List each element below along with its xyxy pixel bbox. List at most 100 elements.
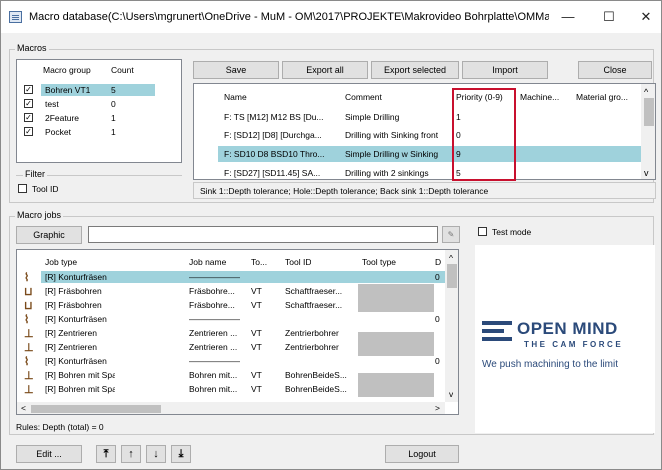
group-count: 0 [111,99,116,109]
close-window-button[interactable]: ✕ [631,7,661,27]
export-selected-button[interactable]: Export selected [371,61,459,79]
scroll-right-icon[interactable]: > [435,403,440,413]
job-name[interactable]: Fräsbohre... [189,286,235,296]
job-to[interactable]: VT [251,370,262,380]
move-to-top-icon[interactable]: ⤒ [96,445,116,463]
brand-tagline: THE CAM FORCE [524,340,624,349]
group-name[interactable]: test [45,99,59,109]
job-name[interactable]: Zentrieren ... [189,328,237,338]
job-tool-id[interactable]: Zentrierbohrer [285,342,339,352]
centering-icon: ⊥ [24,328,34,340]
job-tool-id[interactable]: Schaftfraeser... [285,286,342,296]
graphic-browse-icon[interactable]: ✎ [442,226,460,243]
column-header-job-type[interactable]: Job type [45,257,77,267]
column-header-tool-id[interactable]: Tool ID [285,257,311,267]
job-tool-id[interactable]: Schaftfraeser... [285,300,342,310]
job-d[interactable]: 0 [435,272,440,282]
job-type[interactable]: [R] Fräsbohren [45,286,102,296]
column-header-macro-group[interactable]: Macro group [43,65,91,75]
scroll-down-icon[interactable]: v [449,389,453,399]
graphic-button[interactable]: Graphic [16,226,82,244]
minimize-button[interactable]: — [553,7,583,27]
job-tool-id[interactable]: BohrenBeideS... [285,370,347,380]
macro-name[interactable]: F: SD10 D8 BSD10 Thro... [224,149,324,159]
column-header-tool-type[interactable]: Tool type [362,257,396,267]
macro-comment[interactable]: Drilling with Sinking front [345,130,438,140]
column-header-material-group[interactable]: Material gro... [576,92,628,102]
macro-name[interactable]: F: [SD12] [D8] [Durchga... [224,130,322,140]
job-name[interactable]: —————— [189,356,240,366]
job-to[interactable]: VT [251,384,262,394]
job-tool-id[interactable]: Zentrierbohrer [285,328,339,338]
maximize-button[interactable]: ☐ [594,7,624,27]
column-header-job-name[interactable]: Job name [189,257,226,267]
macro-comment[interactable]: Drilling with 2 sinkings [345,168,429,178]
scroll-down-icon[interactable]: v [644,168,649,178]
job-d[interactable]: 0 [435,314,440,324]
job-type[interactable]: [R] Fräsbohren [45,300,102,310]
column-header-d[interactable]: D [435,257,441,267]
job-to[interactable]: VT [251,300,262,310]
group-count: 1 [111,113,116,123]
column-header-machine[interactable]: Machine... [520,92,559,102]
graphic-path-field[interactable] [88,226,438,243]
job-name[interactable]: Fräsbohre... [189,300,235,310]
test-mode-checkbox[interactable] [478,227,487,236]
job-type[interactable]: [R] Zentrieren [45,342,97,352]
tool-id-label: Tool ID [32,184,59,194]
brand-slogan: We push machining to the limit [482,359,618,370]
column-header-comment[interactable]: Comment [345,92,382,102]
column-header-count[interactable]: Count [111,65,134,75]
group-count: 1 [111,127,116,137]
move-down-icon[interactable]: ↓ [146,445,166,463]
job-name[interactable]: Bohren mit... [189,384,237,394]
job-to[interactable]: VT [251,328,262,338]
job-name[interactable]: —————— [189,272,240,282]
edit-button[interactable]: Edit ... [16,445,82,463]
tool-type-empty-cells [358,373,434,397]
scroll-thumb[interactable] [447,264,457,288]
save-button[interactable]: Save [193,61,279,79]
group-name[interactable]: Bohren VT1 [45,85,90,95]
import-button[interactable]: Import [462,61,548,79]
macro-name[interactable]: F: TS [M12] M12 BS [Du... [224,112,324,122]
move-up-icon[interactable]: ↑ [121,445,141,463]
group-name[interactable]: 2Feature [45,113,79,123]
column-header-name[interactable]: Name [224,92,247,102]
tool-id-checkbox[interactable] [18,184,27,193]
export-all-button[interactable]: Export all [282,61,368,79]
group-checkbox-pocket[interactable]: ✓ [24,127,33,136]
macro-name[interactable]: F: [SD27] [SD11.45] SA... [224,168,320,178]
hscroll-thumb[interactable] [31,405,161,413]
job-type[interactable]: [R] Konturfräsen [45,272,107,282]
group-checkbox-test[interactable]: ✓ [24,99,33,108]
job-type[interactable]: [R] Bohren mit Spanbrechen [45,384,115,394]
scroll-up-icon[interactable]: ^ [449,253,453,263]
job-to[interactable]: VT [251,286,262,296]
job-type[interactable]: [R] Zentrieren [45,328,97,338]
macro-comment[interactable]: Simple Drilling [345,112,399,122]
scroll-thumb[interactable] [644,98,654,126]
logout-button[interactable]: Logout [385,445,459,463]
column-header-tool[interactable]: To... [251,257,267,267]
filter-label: Filter [23,169,47,179]
macro-comment[interactable]: Simple Drilling w Sinking [345,149,438,159]
job-tool-id[interactable]: BohrenBeideS... [285,384,347,394]
group-checkbox-bohren[interactable]: ✓ [24,85,33,94]
scroll-left-icon[interactable]: < [21,403,26,413]
job-type[interactable]: [R] Konturfräsen [45,356,107,366]
job-to[interactable]: VT [251,342,262,352]
job-d[interactable]: 0 [435,356,440,366]
job-type[interactable]: [R] Konturfräsen [45,314,107,324]
job-name[interactable]: Bohren mit... [189,370,237,380]
macro-status-text: Sink 1::Depth tolerance; Hole::Depth tol… [200,186,489,196]
job-type[interactable]: [R] Bohren mit Spanbrechen [45,370,115,380]
move-to-bottom-icon[interactable]: ⤓ [171,445,191,463]
scroll-up-icon[interactable]: ^ [644,87,648,97]
group-checkbox-2feature[interactable]: ✓ [24,113,33,122]
job-name[interactable]: Zentrieren ... [189,342,237,352]
centering-icon: ⊥ [24,342,34,354]
close-button[interactable]: Close [578,61,652,79]
group-name[interactable]: Pocket [45,127,71,137]
job-name[interactable]: —————— [189,314,240,324]
